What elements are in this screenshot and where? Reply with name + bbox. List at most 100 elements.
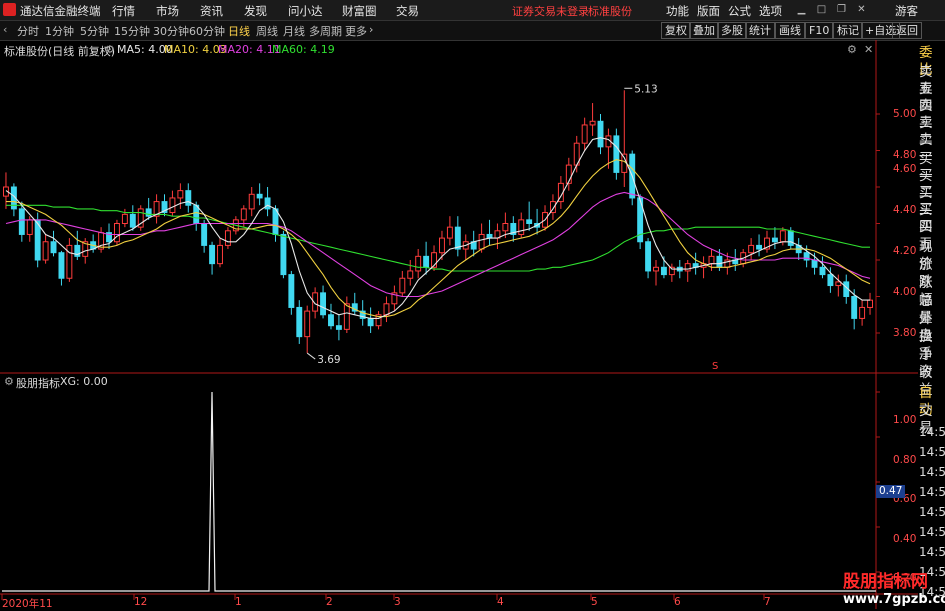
candle-body xyxy=(859,306,866,319)
current-value-badge: 0.47 xyxy=(876,485,906,498)
period-daily[interactable]: 日线 xyxy=(228,23,250,39)
candle-body xyxy=(415,255,422,272)
candle-body xyxy=(589,120,596,126)
candle-body xyxy=(201,223,208,246)
menu-formula[interactable]: 公式 xyxy=(728,3,751,19)
back-button[interactable]: 返回 xyxy=(892,22,922,39)
x-tick: 2 xyxy=(326,596,333,608)
period-multi[interactable]: 多周期 xyxy=(309,23,342,39)
candle-body xyxy=(335,325,342,330)
period-monthly[interactable]: 月线 xyxy=(283,23,305,39)
candle-body xyxy=(42,241,49,261)
period-weekly[interactable]: 周线 xyxy=(256,23,278,39)
menu-discover[interactable]: 发现 xyxy=(244,3,267,19)
mark-button[interactable]: 标记 xyxy=(833,22,863,39)
kline-chart[interactable]: 5.13 3.69 S xyxy=(0,40,918,609)
candle-body xyxy=(446,226,453,239)
menu-function[interactable]: 功能 xyxy=(666,3,689,19)
y-tick: 4.20 xyxy=(893,245,917,257)
candle-body xyxy=(367,317,374,327)
y-tick: 5.00 xyxy=(893,108,917,120)
candle-body xyxy=(209,244,216,265)
stock-name: 标准股份 xyxy=(588,5,632,18)
menu-wealth[interactable]: 财富圈 xyxy=(342,3,377,19)
chevron-left-icon[interactable]: ‹ xyxy=(3,23,7,36)
candle-body xyxy=(716,255,723,268)
overlay-button[interactable]: 叠加 xyxy=(689,22,719,39)
login-alert[interactable]: 证券交易未登录 xyxy=(512,3,589,19)
candle-body xyxy=(224,230,231,246)
minimize-icon[interactable]: ▁ xyxy=(796,4,807,15)
trade-time: 14:56 xyxy=(919,465,945,479)
period-timeshare[interactable]: 分时 xyxy=(17,23,39,39)
candle-body xyxy=(177,190,184,199)
app-logo-icon xyxy=(3,3,16,16)
app-title: 通达信金融终端 xyxy=(20,4,101,18)
menu-market[interactable]: 市场 xyxy=(156,3,179,19)
candle-body xyxy=(399,277,406,294)
period-1min[interactable]: 1分钟 xyxy=(45,23,74,39)
candle-body xyxy=(581,124,588,144)
period-toolbar: ‹ 分时 1分钟 5分钟 15分钟 30分钟 60分钟 日线 周线 月线 多周期… xyxy=(0,21,945,41)
watermark-url: www.7gpzb.com xyxy=(843,592,945,607)
candle-body xyxy=(708,255,715,265)
x-tick: 6 xyxy=(674,596,681,608)
stats-button[interactable]: 统计 xyxy=(745,22,775,39)
candle-body xyxy=(256,193,263,199)
close-icon[interactable]: ✕ xyxy=(856,4,867,15)
period-5min[interactable]: 5分钟 xyxy=(80,23,109,39)
high-label: 5.13 xyxy=(634,83,657,95)
chevron-right-icon[interactable]: › xyxy=(369,23,373,36)
trade-time: 14:56 xyxy=(919,525,945,539)
period-30min[interactable]: 30分钟 xyxy=(153,23,189,39)
menu-market-quote[interactable]: 行情 xyxy=(112,3,135,19)
candle-body xyxy=(756,244,763,250)
candle-body xyxy=(653,266,659,272)
period-15min[interactable]: 15分钟 xyxy=(114,23,150,39)
candle-body xyxy=(613,135,620,173)
adjust-button[interactable]: 复权 xyxy=(661,22,691,39)
maximize-icon[interactable]: □ xyxy=(816,4,827,15)
trade-time: 14:56 xyxy=(919,425,945,439)
trade-time: 14:56 xyxy=(919,545,945,559)
xg-indicator-line xyxy=(2,391,876,592)
menu-layout[interactable]: 版面 xyxy=(697,3,720,19)
trade-time: 14:56 xyxy=(919,485,945,499)
candle-body xyxy=(169,197,176,214)
candle-body xyxy=(439,237,445,254)
ma10-line xyxy=(6,159,871,318)
user-guest[interactable]: 游客 xyxy=(895,3,918,19)
quote-sidebar: 委比 卖五 卖四 卖三 卖二 卖一 买一 买二 买三 买四 买五 现价 涨跌 涨… xyxy=(918,40,945,609)
x-tick: 5 xyxy=(591,596,598,608)
period-60min[interactable]: 60分钟 xyxy=(189,23,225,39)
f10-button[interactable]: F10 xyxy=(805,22,834,39)
candle-body xyxy=(502,223,509,232)
candle-body xyxy=(272,208,279,235)
candle-body xyxy=(867,299,873,308)
menu-ask[interactable]: 问小达 xyxy=(288,3,323,19)
menu-options[interactable]: 选项 xyxy=(759,3,782,19)
x-tick: 4 xyxy=(497,596,504,608)
candle-body xyxy=(407,270,414,279)
candle-body xyxy=(811,259,818,268)
x-tick: 3 xyxy=(394,596,401,608)
multi-stock-button[interactable]: 多股 xyxy=(717,22,747,39)
candle-body xyxy=(320,292,327,316)
candle-body xyxy=(787,230,794,246)
low-label: 3.69 xyxy=(317,354,340,366)
candle-body xyxy=(423,255,430,268)
y-tick: 4.80 xyxy=(893,149,917,161)
candle-body xyxy=(280,233,287,276)
candle-body xyxy=(296,306,303,338)
draw-line-button[interactable]: 画线 xyxy=(775,22,805,39)
candle-body xyxy=(58,252,65,279)
candle-body xyxy=(660,266,667,276)
y-tick: 3.80 xyxy=(893,327,917,339)
candle-body xyxy=(217,244,223,265)
menu-news[interactable]: 资讯 xyxy=(200,3,223,19)
candle-body xyxy=(454,226,461,250)
menu-trade[interactable]: 交易 xyxy=(396,3,419,19)
candle-body xyxy=(328,314,334,327)
restore-icon[interactable]: ❐ xyxy=(836,4,847,15)
period-more[interactable]: 更多 xyxy=(345,23,367,39)
